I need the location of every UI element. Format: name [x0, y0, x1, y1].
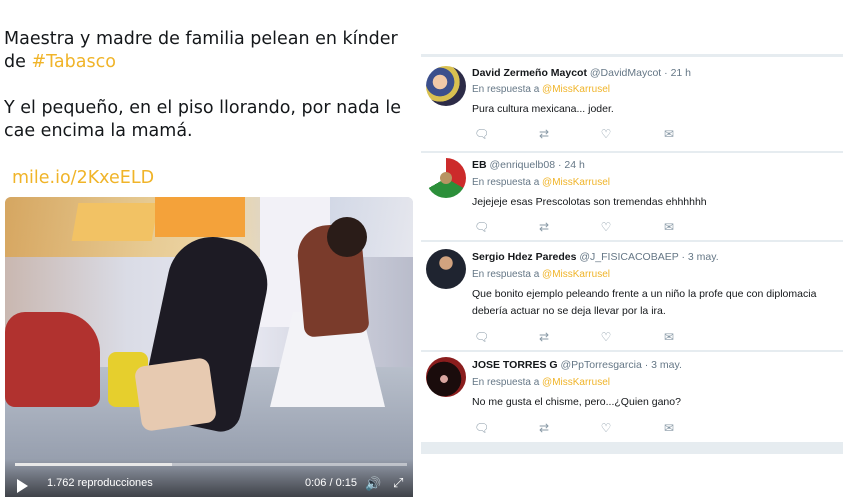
reply-text: Que bonito ejemplo peleando frente a un … [472, 286, 832, 320]
video-progress-fill [15, 463, 172, 466]
reply-header: JOSE TORRES G @PpTorresgarcia · 3 may. [472, 359, 682, 371]
reply-icon[interactable]: 🗨︎ [474, 330, 489, 344]
heart-icon[interactable]: ♡ [599, 127, 613, 141]
reply-timestamp[interactable]: 3 may. [651, 359, 682, 371]
reply-actions: 🗨︎ ⇄ ♡ ✉︎ [472, 421, 692, 435]
reply-icon[interactable]: 🗨︎ [474, 127, 489, 141]
play-icon[interactable] [17, 479, 28, 493]
avatar[interactable] [426, 249, 466, 289]
heart-icon[interactable]: ♡ [599, 421, 613, 435]
reply-context: En respuesta a @MissKarrusel [472, 269, 610, 280]
hashtag-link[interactable]: #Tabasco [31, 52, 115, 72]
reply-timestamp[interactable]: 3 may. [688, 251, 719, 263]
tweet-line-2: de #Tabasco [4, 51, 414, 74]
reply-text-line: debería actuar no se deja llevar por la … [472, 305, 666, 317]
envelope-icon[interactable]: ✉︎ [662, 330, 676, 344]
video-frame-decoration [71, 203, 159, 241]
video-player[interactable]: 1.762 reproducciones 0:06 / 0:15 🔊 ⤢ [5, 197, 413, 497]
video-views: 1.762 reproducciones [47, 477, 153, 489]
mention-link[interactable]: @MissKarrusel [542, 84, 610, 95]
reply-text: Jejejeje esas Prescolotas son tremendas … [472, 196, 707, 208]
reply-author-handle[interactable]: @PpTorresgarcia [561, 359, 642, 371]
reply-header: EB @enriquelb08 · 24 h [472, 159, 585, 171]
reply-icon[interactable]: 🗨︎ [474, 421, 489, 435]
volume-icon[interactable]: 🔊 [365, 476, 381, 492]
tweet-text: Maestra y madre de familia pelean en kín… [4, 28, 414, 143]
heart-icon[interactable]: ♡ [599, 330, 613, 344]
reply-context: En respuesta a @MissKarrusel [472, 177, 610, 188]
reply-text: Pura cultura mexicana... joder. [472, 103, 614, 115]
envelope-icon[interactable]: ✉︎ [662, 220, 676, 234]
reply-actions: 🗨︎ ⇄ ♡ ✉︎ [472, 220, 692, 234]
reply-actions: 🗨︎ ⇄ ♡ ✉︎ [472, 127, 692, 141]
video-frame-person [133, 357, 218, 432]
avatar[interactable] [426, 357, 466, 397]
mention-link[interactable]: @MissKarrusel [542, 269, 610, 280]
reply-author-name[interactable]: EB [472, 159, 487, 171]
reply-timestamp[interactable]: 21 h [671, 67, 691, 79]
reply-header: Sergio Hdez Paredes @J_FISICACOBAEP · 3 … [472, 251, 719, 263]
short-link[interactable]: mile.io/2KxeELD [12, 168, 154, 188]
retweet-icon[interactable]: ⇄ [537, 421, 551, 435]
video-time: 0:06 / 0:15 [305, 477, 357, 489]
reply-actions: 🗨︎ ⇄ ♡ ✉︎ [472, 330, 692, 344]
video-frame-object [5, 312, 100, 407]
tweet-line-3: Y el pequeño, en el piso llorando, por n… [4, 98, 401, 118]
reply-text-line: Que bonito ejemplo peleando frente a un … [472, 288, 817, 300]
avatar[interactable] [426, 66, 466, 106]
reply-item[interactable]: David Zermeño Maycot @DavidMaycot · 21 h… [421, 57, 843, 151]
tweet-line-2-prefix: de [4, 52, 32, 72]
video-progress-bar[interactable] [15, 463, 407, 466]
envelope-icon[interactable]: ✉︎ [662, 421, 676, 435]
reply-author-name[interactable]: JOSE TORRES G [472, 359, 558, 371]
reply-context: En respuesta a @MissKarrusel [472, 84, 610, 95]
reply-text: No me gusta el chisme, pero...¿Quien gan… [472, 396, 681, 408]
reply-author-name[interactable]: David Zermeño Maycot [472, 67, 587, 79]
reply-author-handle[interactable]: @J_FISICACOBAEP [579, 251, 678, 263]
reply-item[interactable]: Sergio Hdez Paredes @J_FISICACOBAEP · 3 … [421, 242, 843, 350]
reply-timestamp[interactable]: 24 h [564, 159, 584, 171]
avatar[interactable] [426, 158, 466, 198]
tweet-line-4: cae encima la mamá. [4, 121, 193, 141]
retweet-icon[interactable]: ⇄ [537, 330, 551, 344]
envelope-icon[interactable]: ✉︎ [662, 127, 676, 141]
reply-context: En respuesta a @MissKarrusel [472, 377, 610, 388]
reply-author-handle[interactable]: @enriquelb08 [490, 159, 556, 171]
video-frame-person [327, 217, 367, 257]
tweet-line-1: Maestra y madre de familia pelean en kín… [4, 29, 398, 49]
heart-icon[interactable]: ♡ [599, 220, 613, 234]
video-frame-decoration [155, 197, 245, 237]
expand-icon[interactable]: ⤢ [393, 475, 403, 491]
mention-link[interactable]: @MissKarrusel [542, 377, 610, 388]
reply-icon[interactable]: 🗨︎ [474, 220, 489, 234]
retweet-icon[interactable]: ⇄ [537, 127, 551, 141]
reply-item[interactable]: JOSE TORRES G @PpTorresgarcia · 3 may. E… [421, 352, 843, 442]
reply-item[interactable]: EB @enriquelb08 · 24 h En respuesta a @M… [421, 153, 843, 240]
retweet-icon[interactable]: ⇄ [537, 220, 551, 234]
reply-author-name[interactable]: Sergio Hdez Paredes [472, 251, 576, 263]
mention-link[interactable]: @MissKarrusel [542, 177, 610, 188]
reply-author-handle[interactable]: @DavidMaycot [590, 67, 661, 79]
reply-header: David Zermeño Maycot @DavidMaycot · 21 h [472, 67, 692, 79]
